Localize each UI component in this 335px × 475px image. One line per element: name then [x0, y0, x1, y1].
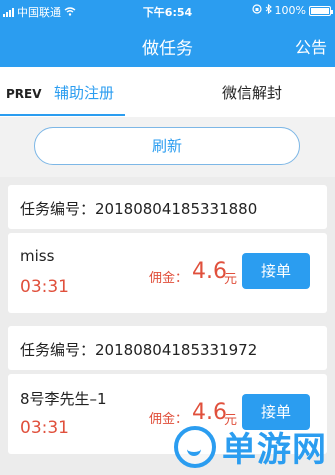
status-bar: 中国联通 下午6:54 100% [0, 0, 335, 22]
commission-value: 4.6 [192, 259, 227, 284]
tab-assisted-registration[interactable]: 辅助注册 [54, 82, 114, 103]
task-name: 8号李先生–1 [20, 390, 107, 408]
tab-wechat-unblock[interactable]: 微信解封 [222, 82, 282, 103]
task-id-value: 20180804185331880 [95, 200, 258, 218]
commission-unit: 元 [224, 272, 238, 287]
tab-bar: PREV 辅助注册 微信解封 [0, 67, 335, 117]
watermark-text: 单游网 [222, 430, 327, 470]
task-id-value: 20180804185331972 [95, 341, 258, 359]
bluetooth-icon [265, 3, 272, 17]
commission-label: 佣金： [149, 271, 189, 286]
refresh-button[interactable]: 刷新 [34, 127, 300, 165]
task-id-label: 任务编号： [20, 200, 96, 218]
task-countdown: 03:31 [20, 418, 69, 438]
battery-icon [309, 5, 333, 16]
lock-rotation-icon [251, 4, 262, 17]
task-id: 任务编号：20180804185331972 [20, 339, 257, 360]
task-countdown: 03:31 [20, 277, 69, 297]
prev-button[interactable]: PREV [6, 87, 42, 101]
refresh-area: 刷新 [0, 117, 335, 177]
task-name: miss [20, 247, 55, 265]
watermark: 单游网 [174, 422, 327, 471]
task-card: miss 03:31 佣金： 4.6 元 接单 [8, 233, 327, 313]
announcement-button[interactable]: 公告 [295, 34, 327, 58]
battery-percent: 100% [274, 4, 306, 17]
task-id: 任务编号：20180804185331880 [20, 198, 257, 219]
task-header: 任务编号：20180804185331880 [8, 185, 327, 229]
task-id-label: 任务编号： [20, 341, 96, 359]
page-title: 做任务 [142, 39, 193, 59]
task-header: 任务编号：20180804185331972 [8, 326, 327, 370]
accept-task-button[interactable]: 接单 [242, 253, 310, 289]
smiley-logo-icon [174, 425, 216, 468]
nav-bar: 做任务 公告 [0, 22, 335, 67]
tab-active-indicator [0, 114, 125, 116]
status-right: 100% [251, 3, 333, 17]
